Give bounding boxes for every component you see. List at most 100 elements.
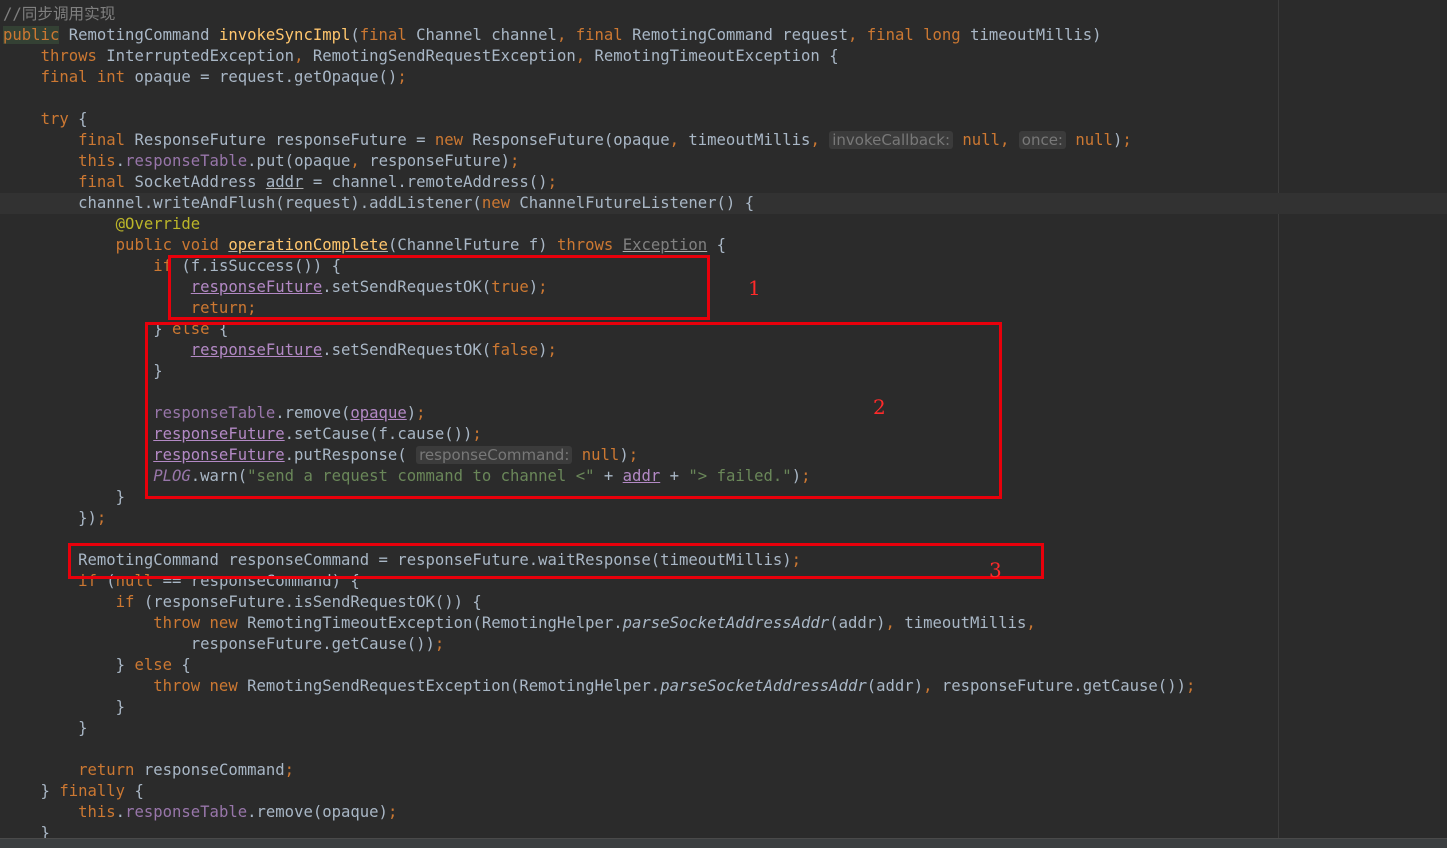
code-token: timeoutMillis [904,614,1027,632]
code-token: (addr) [866,677,924,695]
code-token: this [78,152,116,170]
code-line[interactable]: this.responseTable.put(opaque, responseF… [3,151,519,172]
code-token: } [3,656,135,674]
code-line[interactable]: } [3,697,125,718]
code-line[interactable]: //同步调用实现 [3,4,115,25]
annotation-label-3: 3 [989,558,1002,582]
code-token: , [350,152,370,170]
code-token: throws [40,47,97,65]
code-token: } [3,698,126,716]
code-token: , [848,26,867,44]
code-token: timeoutMillis [688,131,811,149]
highlight-box-1 [168,255,710,320]
code-token: final [78,131,126,149]
code-line[interactable]: final int opaque = request.getOpaque(); [3,67,407,88]
code-token: RemotingTimeoutException(RemotingHelper. [237,614,623,632]
code-token: }) [3,509,97,527]
code-token: . [115,803,126,821]
code-token: ; [96,509,107,527]
code-line[interactable]: }); [3,508,106,529]
code-line[interactable]: @Override [3,214,201,235]
code-token: ResponseFuture responseFuture = [125,131,435,149]
code-token: public [3,26,60,44]
code-line[interactable]: } [3,487,125,508]
code-token: throw new [153,677,238,695]
code-token: //同步调用实现 [3,5,116,23]
code-token: ; [397,68,407,86]
code-token: invokeSyncImpl [218,26,351,44]
code-token: if [115,593,135,611]
code-token: final [78,173,126,191]
code-line[interactable]: } finally { [3,781,144,802]
code-token: responseTable [125,152,248,170]
code-line[interactable]: this.responseTable.remove(opaque); [3,802,397,823]
code-token: = channel.remoteAddress() [303,173,548,191]
right-margin-guide [1278,0,1279,838]
code-token: , [1026,614,1036,632]
code-line[interactable]: } else { [3,655,191,676]
code-token: responseFuture) [369,152,511,170]
code-line[interactable]: throws InterruptedException, RemotingSen… [3,46,839,67]
code-token: responseCommand [134,761,285,779]
code-token: responseFuture.getCause()) [941,677,1186,695]
code-token: else [134,656,172,674]
code-line[interactable]: throw new RemotingTimeoutException(Remot… [3,613,1036,634]
code-line[interactable]: throw new RemotingSendRequestException(R… [3,676,1195,697]
code-line[interactable]: return responseCommand; [3,760,294,781]
code-token: parseSocketAddressAddr [622,614,830,632]
code-line[interactable]: public RemotingCommand invokeSyncImpl(fi… [3,25,1102,46]
code-line[interactable]: } [3,718,87,739]
code-line[interactable]: final SocketAddress addr = channel.remot… [3,172,557,193]
code-token: channel.writeAndFlush(request).addListen… [3,194,482,212]
code-token: .remove(opaque) [247,803,388,821]
code-token: null [1075,131,1113,149]
code-token: { [707,236,726,254]
code-token: . [115,152,126,170]
code-line[interactable]: if (responseFuture.isSendRequestOK()) { [3,592,482,613]
code-token: , [999,131,1019,149]
highlight-box-3 [68,543,1044,579]
code-token: SocketAddress [125,173,266,191]
code-line[interactable]: responseFuture.getCause()); [3,634,445,655]
code-token: ResponseFuture(opaque [463,131,670,149]
code-token: ; [284,761,295,779]
code-token: addr [265,173,304,191]
code-token: , [556,26,576,44]
code-token: } [3,488,126,506]
code-token: (responseFuture.isSendRequestOK()) { [134,593,482,611]
code-token: RemotingSendRequestException [312,47,576,65]
code-editor[interactable]: //同步调用实现 public RemotingCommand invokeSyn… [0,0,1447,848]
code-token: final int [40,68,126,86]
code-token: .put(opaque [247,152,351,170]
parameter-hint: once: [1018,131,1066,149]
code-token: ; [387,803,398,821]
code-token: } [3,362,163,380]
code-line[interactable]: channel.writeAndFlush(request).addListen… [0,193,1447,214]
code-token: responseFuture.getCause()) [3,635,435,653]
code-line[interactable]: try { [3,109,88,130]
code-token: } [3,782,60,800]
code-token: timeoutMillis) [960,26,1102,44]
code-line[interactable]: } [3,361,163,382]
annotation-label-1: 1 [748,276,761,300]
code-token: throws [556,236,614,254]
code-line[interactable]: public void operationComplete(ChannelFut… [3,235,726,256]
code-line[interactable]: final ResponseFuture responseFuture = ne… [3,130,1132,151]
